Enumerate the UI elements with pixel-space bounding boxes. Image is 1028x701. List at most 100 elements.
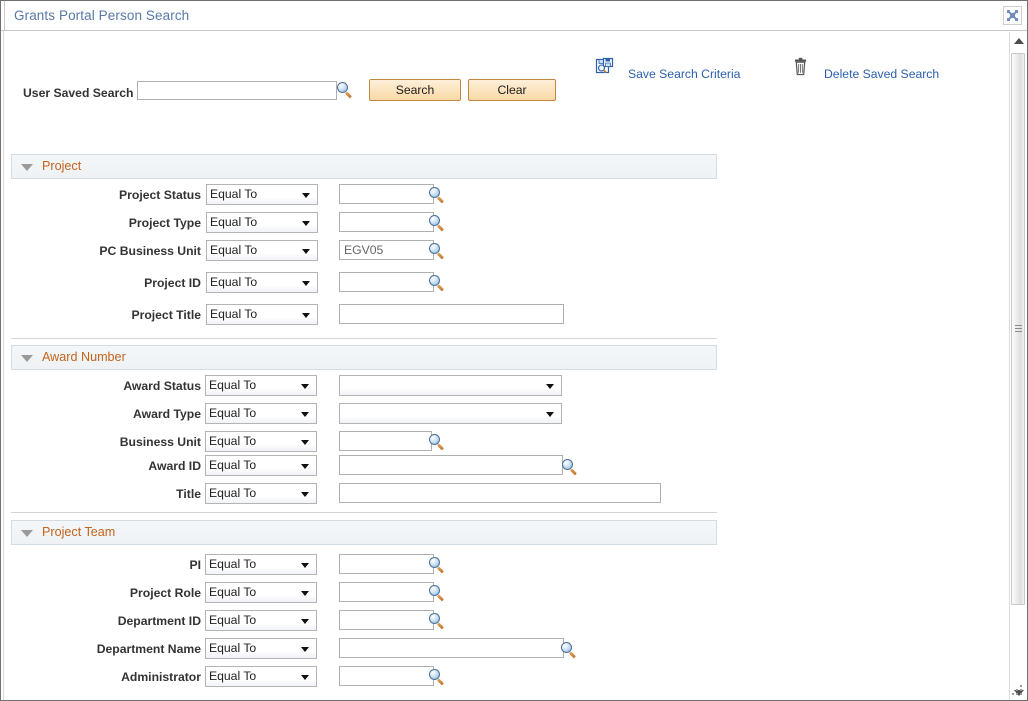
operator-select-project-type[interactable]: Equal To bbox=[206, 212, 318, 233]
operator-select-award-status[interactable]: Equal To bbox=[205, 375, 317, 396]
triangle-down-icon-award-number[interactable] bbox=[21, 355, 33, 362]
scroll-thumb-grip bbox=[1015, 325, 1022, 334]
chevron-down-icon bbox=[302, 313, 310, 318]
section-divider-award-number bbox=[11, 512, 717, 513]
section-header-award-number[interactable]: Award Number bbox=[11, 345, 717, 370]
close-icon bbox=[1004, 9, 1021, 22]
field-row-administrator: Administrator Equal To bbox=[1, 666, 717, 690]
value-input-pc-business-unit[interactable] bbox=[339, 240, 434, 260]
field-row-award-type: Award Type Equal To bbox=[1, 403, 717, 427]
operator-value-award-title: Equal To bbox=[209, 486, 256, 500]
field-row-award-status: Award Status Equal To bbox=[1, 375, 717, 399]
field-label-project-status: Project Status bbox=[61, 188, 201, 202]
title-bar-accent bbox=[1, 1, 5, 30]
value-input-project-type[interactable] bbox=[339, 212, 434, 232]
user-saved-search-input[interactable] bbox=[137, 81, 337, 100]
field-label-business-unit: Business Unit bbox=[61, 435, 201, 449]
save-search-icon[interactable] bbox=[595, 57, 615, 77]
section-title-project-team: Project Team bbox=[42, 525, 115, 539]
chevron-down-icon bbox=[301, 647, 309, 652]
operator-select-project-title[interactable]: Equal To bbox=[206, 304, 318, 325]
operator-select-pc-business-unit[interactable]: Equal To bbox=[206, 240, 318, 261]
value-input-project-id[interactable] bbox=[339, 272, 434, 292]
triangle-down-icon-project[interactable] bbox=[21, 164, 33, 171]
operator-select-award-title[interactable]: Equal To bbox=[205, 483, 317, 504]
lookup-icon-project-status[interactable] bbox=[429, 187, 445, 203]
field-row-project-status: Project Status Equal To bbox=[1, 184, 717, 208]
lookup-icon-project-role[interactable] bbox=[429, 585, 445, 601]
chevron-down-icon bbox=[301, 563, 309, 568]
lookup-icon-award-id[interactable] bbox=[562, 459, 578, 475]
delete-saved-search-link[interactable]: Delete Saved Search bbox=[824, 67, 939, 81]
operator-value-business-unit: Equal To bbox=[209, 434, 256, 448]
scroll-thumb[interactable] bbox=[1011, 53, 1025, 605]
field-label-department-name: Department Name bbox=[61, 642, 201, 656]
operator-select-award-id[interactable]: Equal To bbox=[205, 455, 317, 476]
lookup-icon-pi[interactable] bbox=[429, 557, 445, 573]
field-label-administrator: Administrator bbox=[61, 670, 201, 684]
chevron-down-icon bbox=[301, 464, 309, 469]
operator-value-project-title: Equal To bbox=[210, 307, 257, 321]
operator-select-pi[interactable]: Equal To bbox=[205, 554, 317, 575]
operator-value-department-name: Equal To bbox=[209, 641, 256, 655]
value-input-pi[interactable] bbox=[339, 554, 434, 574]
close-button[interactable] bbox=[1003, 6, 1022, 25]
field-row-award-id: Award ID Equal To bbox=[1, 455, 717, 479]
chevron-down-icon bbox=[301, 492, 309, 497]
chevron-down-icon bbox=[546, 384, 554, 389]
value-select-award-status[interactable] bbox=[339, 375, 562, 396]
lookup-icon-business-unit[interactable] bbox=[429, 434, 445, 450]
value-input-department-id[interactable] bbox=[339, 610, 434, 630]
operator-value-project-status: Equal To bbox=[210, 187, 257, 201]
chevron-down-icon bbox=[546, 412, 554, 417]
operator-select-project-status[interactable]: Equal To bbox=[206, 184, 318, 205]
value-input-business-unit[interactable] bbox=[339, 431, 432, 451]
operator-select-project-role[interactable]: Equal To bbox=[205, 582, 317, 603]
trash-icon[interactable] bbox=[792, 57, 810, 77]
operator-select-award-type[interactable]: Equal To bbox=[205, 403, 317, 424]
clear-button[interactable]: Clear bbox=[468, 79, 556, 101]
operator-select-administrator[interactable]: Equal To bbox=[205, 666, 317, 687]
save-search-criteria-link[interactable]: Save Search Criteria bbox=[628, 67, 740, 81]
user-saved-search-lookup-icon[interactable] bbox=[337, 82, 353, 98]
value-input-project-role[interactable] bbox=[339, 582, 434, 602]
lookup-icon-department-name[interactable] bbox=[561, 642, 577, 658]
operator-value-award-status: Equal To bbox=[209, 378, 256, 392]
operator-select-project-id[interactable]: Equal To bbox=[206, 272, 318, 293]
chevron-down-icon bbox=[301, 591, 309, 596]
scroll-up-arrow-icon[interactable] bbox=[1010, 32, 1027, 49]
lookup-icon-administrator[interactable] bbox=[429, 669, 445, 685]
value-input-project-title[interactable] bbox=[339, 304, 564, 324]
operator-select-business-unit[interactable]: Equal To bbox=[205, 431, 317, 452]
section-header-project[interactable]: Project bbox=[11, 154, 717, 179]
scrollbar-track[interactable] bbox=[1010, 49, 1026, 684]
field-row-project-id: Project ID Equal To bbox=[1, 272, 717, 296]
user-saved-search-label: User Saved Search bbox=[23, 86, 133, 100]
operator-select-department-name[interactable]: Equal To bbox=[205, 638, 317, 659]
field-row-project-title: Project Title Equal To bbox=[1, 304, 717, 328]
value-select-award-type[interactable] bbox=[339, 403, 562, 424]
field-label-pc-business-unit: PC Business Unit bbox=[61, 244, 201, 258]
field-label-award-id: Award ID bbox=[61, 459, 201, 473]
lookup-icon-pc-business-unit[interactable] bbox=[429, 243, 445, 259]
value-input-award-title[interactable] bbox=[339, 483, 661, 503]
chevron-down-icon bbox=[301, 384, 309, 389]
field-label-award-type: Award Type bbox=[61, 407, 201, 421]
lookup-icon-project-id[interactable] bbox=[429, 275, 445, 291]
section-header-project-team[interactable]: Project Team bbox=[11, 520, 717, 545]
search-button[interactable]: Search bbox=[369, 79, 461, 101]
chevron-down-icon bbox=[302, 281, 310, 286]
lookup-icon-department-id[interactable] bbox=[429, 613, 445, 629]
value-input-administrator[interactable] bbox=[339, 666, 434, 686]
vertical-scrollbar[interactable] bbox=[1009, 32, 1026, 701]
operator-select-department-id[interactable]: Equal To bbox=[205, 610, 317, 631]
lookup-icon-project-type[interactable] bbox=[429, 215, 445, 231]
value-input-department-name[interactable] bbox=[339, 638, 564, 658]
resize-grip[interactable] bbox=[1012, 685, 1024, 697]
chevron-down-icon bbox=[302, 221, 310, 226]
section-divider-project bbox=[11, 338, 717, 339]
grants-portal-person-search-window: Grants Portal Person Search User Saved bbox=[0, 0, 1028, 701]
value-input-award-id[interactable] bbox=[339, 455, 563, 475]
triangle-down-icon-project-team[interactable] bbox=[21, 530, 33, 537]
value-input-project-status[interactable] bbox=[339, 184, 434, 204]
